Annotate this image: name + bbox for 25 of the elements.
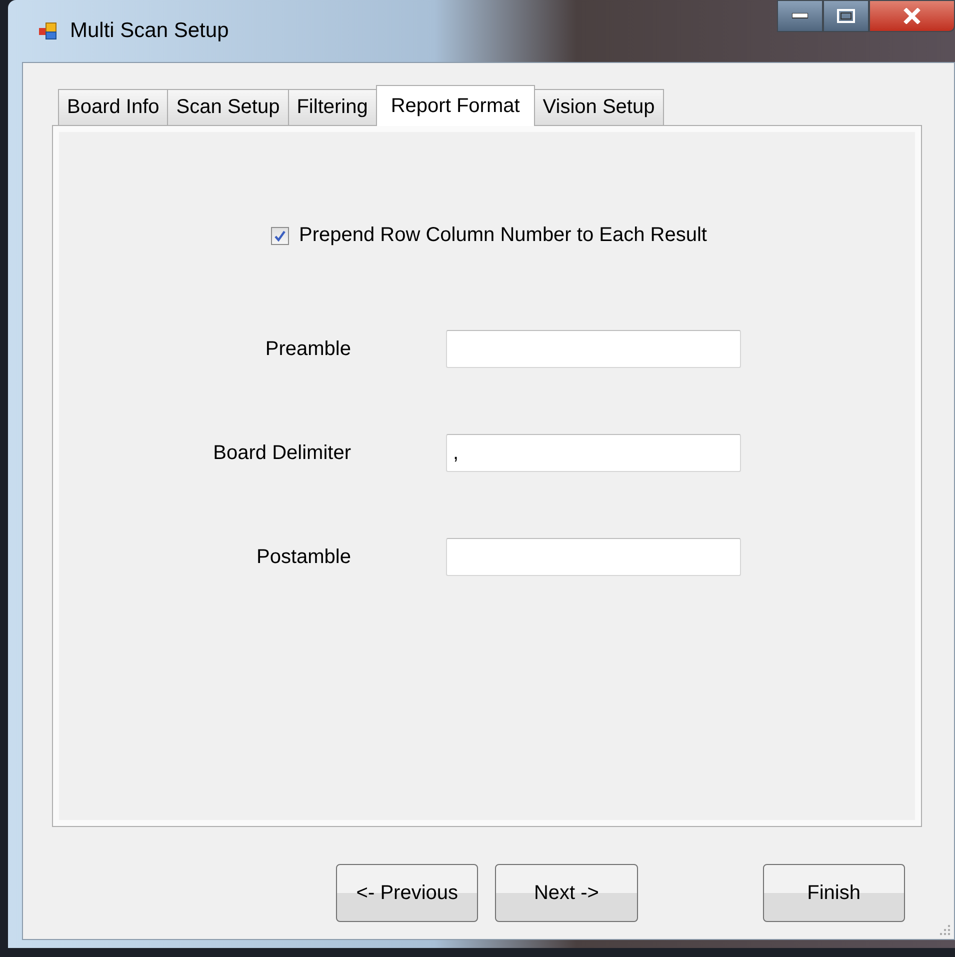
- dialog-button[interactable]: <- Previous: [336, 864, 478, 922]
- minimize-icon: [792, 13, 808, 19]
- resize-grip-icon: [939, 924, 951, 936]
- checkbox[interactable]: [271, 226, 289, 244]
- tab[interactable]: Board Info: [58, 89, 168, 125]
- tab[interactable]: Vision Setup: [534, 89, 664, 125]
- maximize-icon: [837, 9, 855, 23]
- field-label: Preamble: [264, 338, 351, 360]
- window-title: Multi Scan Setup: [70, 19, 229, 43]
- close-button[interactable]: [869, 0, 955, 32]
- checkmark-icon: [274, 230, 286, 242]
- maximize-button[interactable]: [823, 0, 869, 32]
- tab[interactable]: Filtering: [288, 89, 377, 125]
- tab[interactable]: Scan Setup: [167, 89, 289, 125]
- dialog-button[interactable]: Finish: [762, 864, 905, 922]
- minimize-button[interactable]: [777, 0, 823, 32]
- tab[interactable]: Report Format: [376, 85, 535, 126]
- input-field[interactable]: [446, 538, 741, 576]
- dialog-button[interactable]: Next ->: [495, 864, 638, 922]
- close-icon: [903, 8, 921, 24]
- input-field[interactable]: [446, 330, 741, 368]
- field-label: Board Delimiter: [212, 442, 351, 464]
- app-icon: [38, 21, 58, 41]
- field-label: Postamble: [256, 546, 351, 568]
- input-field[interactable]: ,: [446, 434, 741, 472]
